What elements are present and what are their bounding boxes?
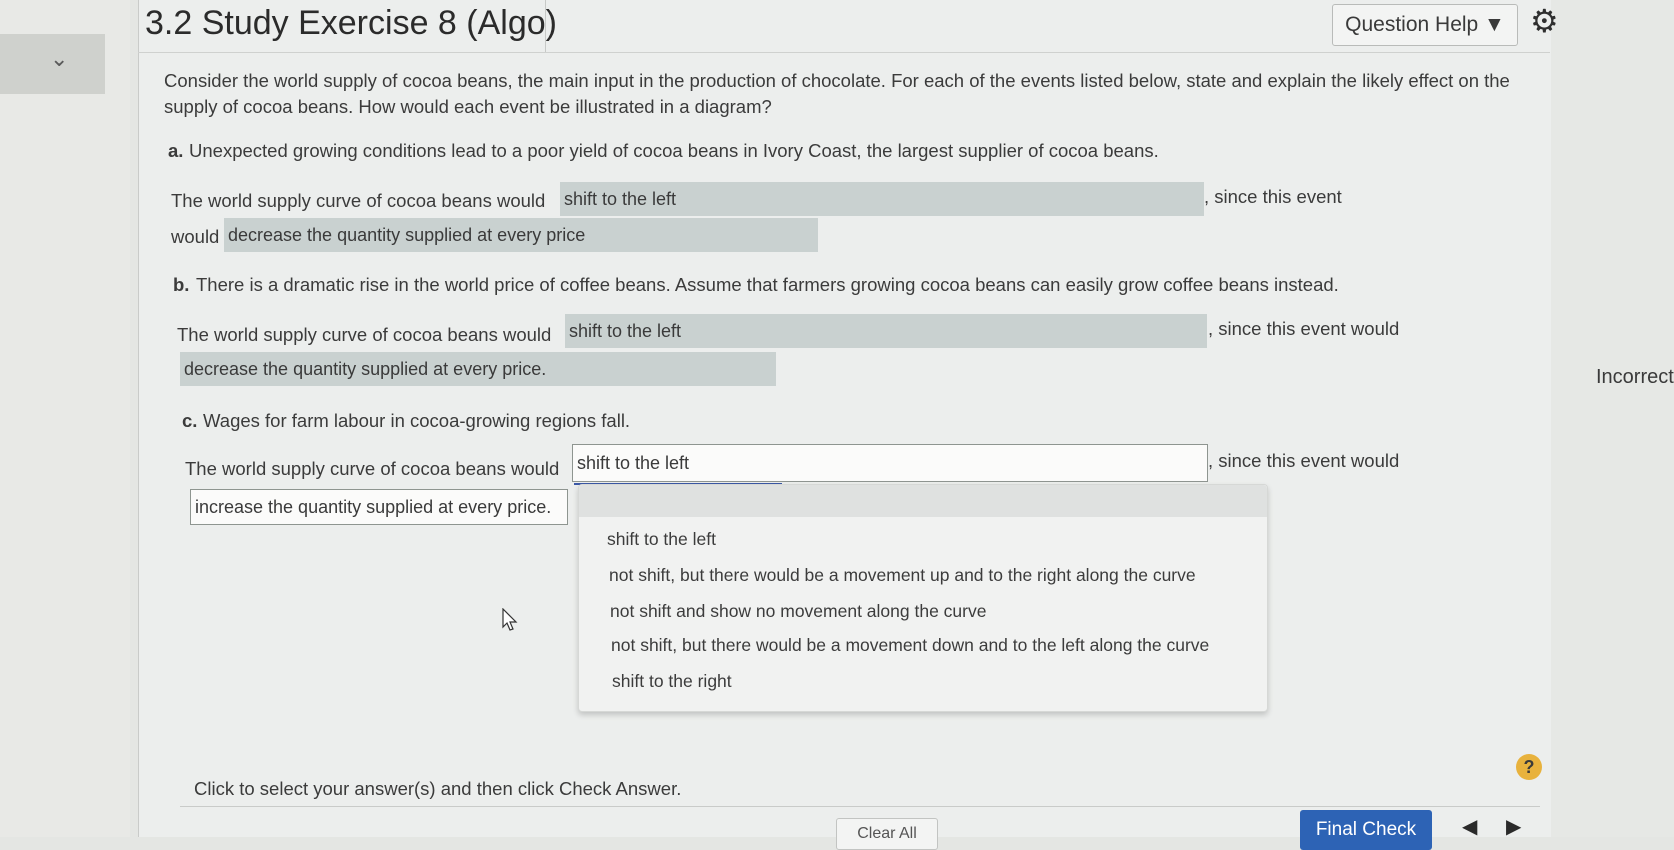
question-intro-line1: Consider the world supply of cocoa beans… bbox=[164, 70, 1510, 91]
right-rail bbox=[1550, 0, 1674, 837]
part-c-answer1-select[interactable]: shift to the left bbox=[572, 444, 1208, 482]
question-intro-line2: supply of cocoa beans. How would each ev… bbox=[164, 96, 772, 117]
part-c-event: Wages for farm labour in cocoa-growing r… bbox=[203, 410, 631, 431]
dropdown-option[interactable]: not shift, but there would be a movement… bbox=[611, 635, 1209, 656]
part-a-answer2-select[interactable]: decrease the quantity supplied at every … bbox=[224, 218, 818, 252]
part-b-answer1-select[interactable]: shift to the left bbox=[565, 314, 1207, 348]
part-a-answer1-select[interactable]: shift to the left bbox=[560, 182, 1204, 216]
part-c-middle: , since this event would bbox=[1208, 450, 1400, 471]
footer-divider bbox=[180, 806, 1540, 807]
gear-icon[interactable]: ⚙ bbox=[1530, 2, 1559, 40]
part-b-letter: b. bbox=[173, 274, 190, 295]
part-c-prefix: The world supply curve of cocoa beans wo… bbox=[185, 458, 560, 479]
part-a-cont: would bbox=[171, 226, 220, 247]
dropdown-option[interactable]: not shift, but there would be a movement… bbox=[609, 565, 1196, 586]
title-divider bbox=[545, 0, 546, 52]
status-incorrect: Incorrect bbox=[1596, 366, 1674, 388]
dropdown-option[interactable]: shift to the right bbox=[612, 671, 732, 692]
part-b-middle: , since this event would bbox=[1208, 318, 1400, 339]
help-icon[interactable]: ? bbox=[1516, 754, 1542, 780]
question-help-button[interactable]: Question Help ▼ bbox=[1332, 4, 1518, 46]
part-b-prefix: The world supply curve of cocoa beans wo… bbox=[177, 324, 552, 345]
previous-arrow-icon[interactable]: ◀ bbox=[1462, 814, 1477, 839]
answer-dropdown: shift to the left not shift, but there w… bbox=[578, 484, 1268, 712]
next-arrow-icon[interactable]: ▶ bbox=[1506, 814, 1521, 839]
part-c-letter: c. bbox=[182, 410, 198, 431]
chevron-down-icon[interactable]: ⌄ bbox=[50, 46, 68, 72]
final-check-button[interactable]: Final Check bbox=[1300, 810, 1432, 850]
dropdown-option[interactable]: shift to the left bbox=[607, 529, 716, 550]
dropdown-option[interactable]: not shift and show no movement along the… bbox=[610, 601, 986, 622]
part-a-letter: a. bbox=[168, 140, 184, 161]
part-a-middle: , since this event bbox=[1204, 186, 1342, 207]
part-a-event: Unexpected growing conditions lead to a … bbox=[189, 140, 1159, 161]
part-a-prefix: The world supply curve of cocoa beans wo… bbox=[171, 190, 546, 211]
header-divider bbox=[138, 52, 1550, 53]
page-title: 3.2 Study Exercise 8 (Algo) bbox=[145, 4, 557, 42]
part-b-event: There is a dramatic rise in the world pr… bbox=[196, 274, 1339, 295]
dropdown-header bbox=[579, 485, 1267, 517]
left-rail bbox=[0, 0, 130, 837]
part-c-answer2-select[interactable]: increase the quantity supplied at every … bbox=[190, 489, 568, 525]
clear-all-button[interactable]: Clear All bbox=[836, 818, 938, 850]
footer-instruction: Click to select your answer(s) and then … bbox=[194, 778, 682, 799]
part-b-answer2-select[interactable]: decrease the quantity supplied at every … bbox=[180, 352, 776, 386]
mouse-cursor-icon bbox=[502, 608, 518, 631]
